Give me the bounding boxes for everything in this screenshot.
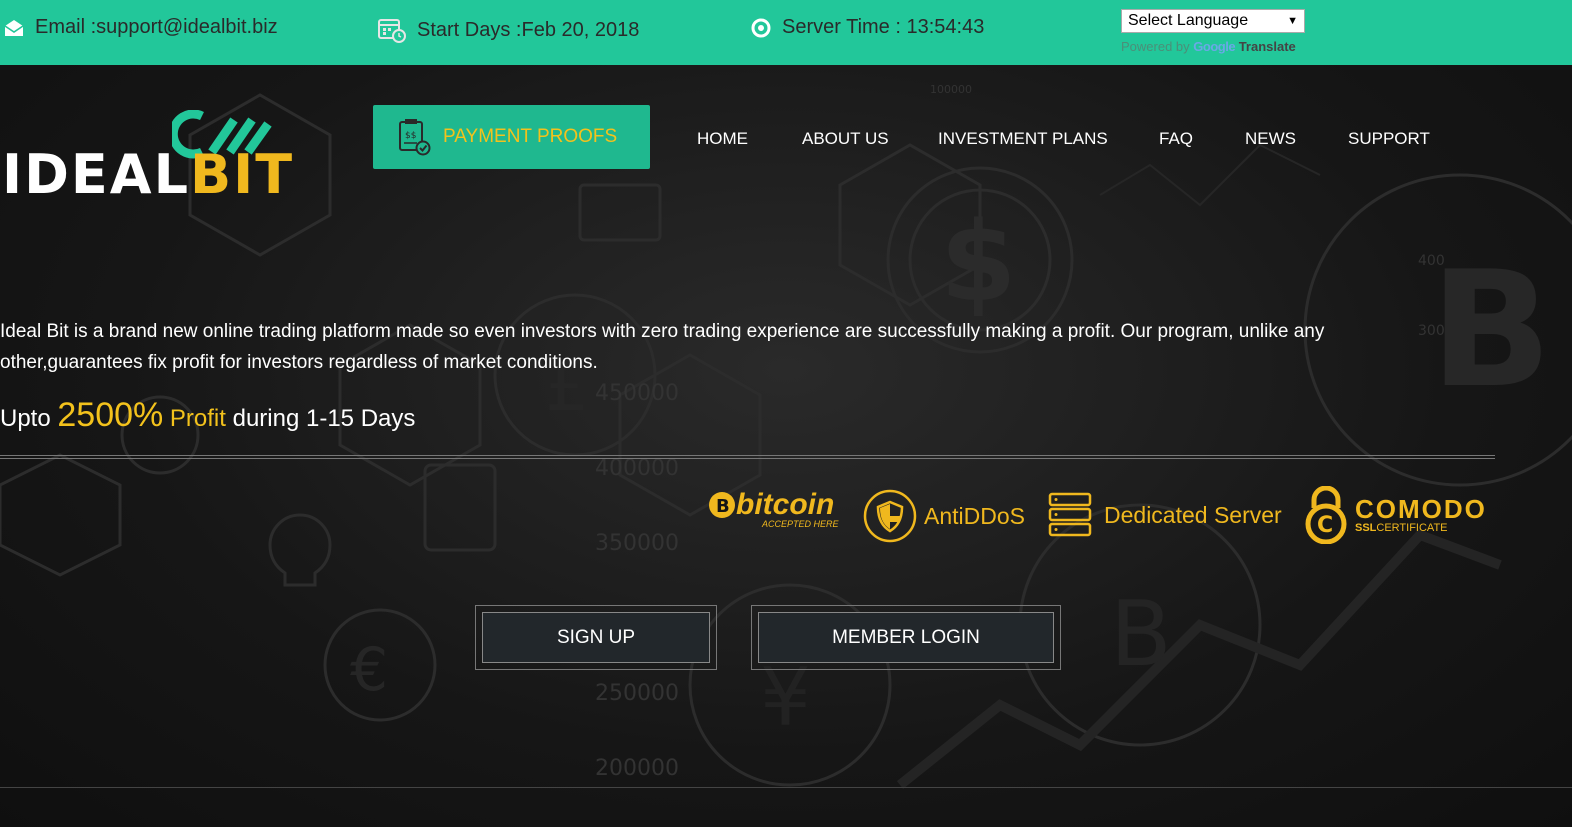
bitcoin-sub-label: ACCEPTED HERE <box>762 519 839 529</box>
language-select-value: Select Language <box>1128 12 1249 29</box>
logo-bit: BIT <box>190 143 295 206</box>
logo-text[interactable]: IDEALBIT <box>2 143 294 206</box>
start-days-info: Start Days :Feb 20, 2018 <box>377 16 639 44</box>
email-text: Email :support@idealbit.biz <box>35 16 278 38</box>
dedicated-server-label: Dedicated Server <box>1104 501 1282 528</box>
profit-tagline: Upto 2500% Profit during 1-15 Days <box>0 396 415 435</box>
calendar-icon <box>378 19 406 43</box>
nav-support[interactable]: SUPPORT <box>1348 129 1430 149</box>
server-time-text: Server Time : 13:54:43 <box>782 16 985 38</box>
bg-label: 350000 <box>595 531 679 556</box>
comodo-sub-label: SSLCERTIFICATE <box>1355 522 1487 534</box>
signup-button[interactable]: SIGN UP <box>482 612 710 663</box>
payment-proofs-button[interactable]: $$ PAYMENT PROOFS <box>373 105 650 169</box>
bitcoin-badge: B bitcoin ACCEPTED HERE <box>708 488 839 529</box>
server-icon <box>1048 492 1092 537</box>
powered-by-google: Powered by Google Translate <box>1121 39 1296 54</box>
intro-paragraph: Ideal Bit is a brand new online trading … <box>0 321 1325 373</box>
nav-home[interactable]: HOME <box>697 129 748 149</box>
nav-news[interactable]: NEWS <box>1245 129 1296 149</box>
antiddos-label: AntiDDoS <box>924 502 1025 529</box>
svg-text:C: C <box>1317 513 1333 538</box>
nav-investment-plans[interactable]: INVESTMENT PLANS <box>938 129 1108 149</box>
clock-icon <box>751 18 771 37</box>
svg-text:B: B <box>1430 236 1552 423</box>
tagline-profit: Profit <box>163 405 226 432</box>
nav-about-us[interactable]: ABOUT US <box>802 129 889 149</box>
divider <box>0 455 1495 459</box>
bitcoin-icon: B <box>709 492 735 518</box>
bg-label: 400000 <box>595 456 679 481</box>
tagline-prefix: Upto <box>0 405 58 432</box>
chevron-down-icon: ▼ <box>1287 15 1298 27</box>
comodo-ssl: SSL <box>1355 522 1377 534</box>
shield-icon <box>863 489 917 543</box>
svg-text:B: B <box>716 496 730 517</box>
nav-faq[interactable]: FAQ <box>1159 129 1193 149</box>
bg-label: 300 <box>1418 323 1445 339</box>
comodo-certificate: CERTIFICATE <box>1376 522 1448 534</box>
bg-label: 450000 <box>595 381 679 406</box>
tagline-suffix: during 1-15 Days <box>225 405 416 432</box>
top-bar: Email :support@idealbit.biz Start Days :… <box>0 0 1572 65</box>
signup-button-frame: SIGN UP <box>475 605 717 670</box>
section-divider <box>0 787 1572 788</box>
bg-label: 400 <box>1418 253 1445 269</box>
bg-label: 250000 <box>595 681 679 706</box>
envelope-icon <box>4 19 24 36</box>
member-login-button[interactable]: MEMBER LOGIN <box>758 612 1054 663</box>
payment-proofs-label: PAYMENT PROOFS <box>443 126 618 147</box>
powered-by-label: Powered by <box>1121 39 1190 54</box>
svg-text:$$: $$ <box>405 131 416 141</box>
logo-ideal: IDEAL <box>2 143 191 206</box>
antiddos-badge: AntiDDoS <box>862 488 1025 544</box>
bg-label: 100000 <box>930 83 972 96</box>
bitcoin-label: bitcoin <box>736 488 835 521</box>
svg-text:€: € <box>350 635 388 705</box>
start-days-text: Start Days :Feb 20, 2018 <box>417 18 640 41</box>
tagline-percent: 2500% <box>57 396 164 434</box>
hero-section: $ B £ € B ¥ 450000 400000 350000 250000 … <box>0 65 1572 827</box>
document-check-icon: $$ <box>399 119 431 156</box>
comodo-badge: C COMODO SSLCERTIFICATE <box>1304 486 1487 544</box>
svg-text:B: B <box>1110 582 1172 687</box>
google-logo: Google <box>1193 39 1236 54</box>
comodo-label: COMODO <box>1355 494 1487 524</box>
email-info: Email :support@idealbit.biz <box>3 16 278 39</box>
bg-label: 200000 <box>595 756 679 781</box>
member-login-button-frame: MEMBER LOGIN <box>751 605 1061 670</box>
svg-text:$: $ <box>940 198 1017 326</box>
lock-icon: C <box>1305 486 1347 544</box>
dedicated-server-badge: Dedicated Server <box>1048 492 1282 538</box>
server-time-info: Server Time : 13:54:43 <box>750 16 984 39</box>
language-select[interactable]: Select Language ▼ <box>1121 9 1305 33</box>
translate-link[interactable]: Translate <box>1239 39 1296 54</box>
